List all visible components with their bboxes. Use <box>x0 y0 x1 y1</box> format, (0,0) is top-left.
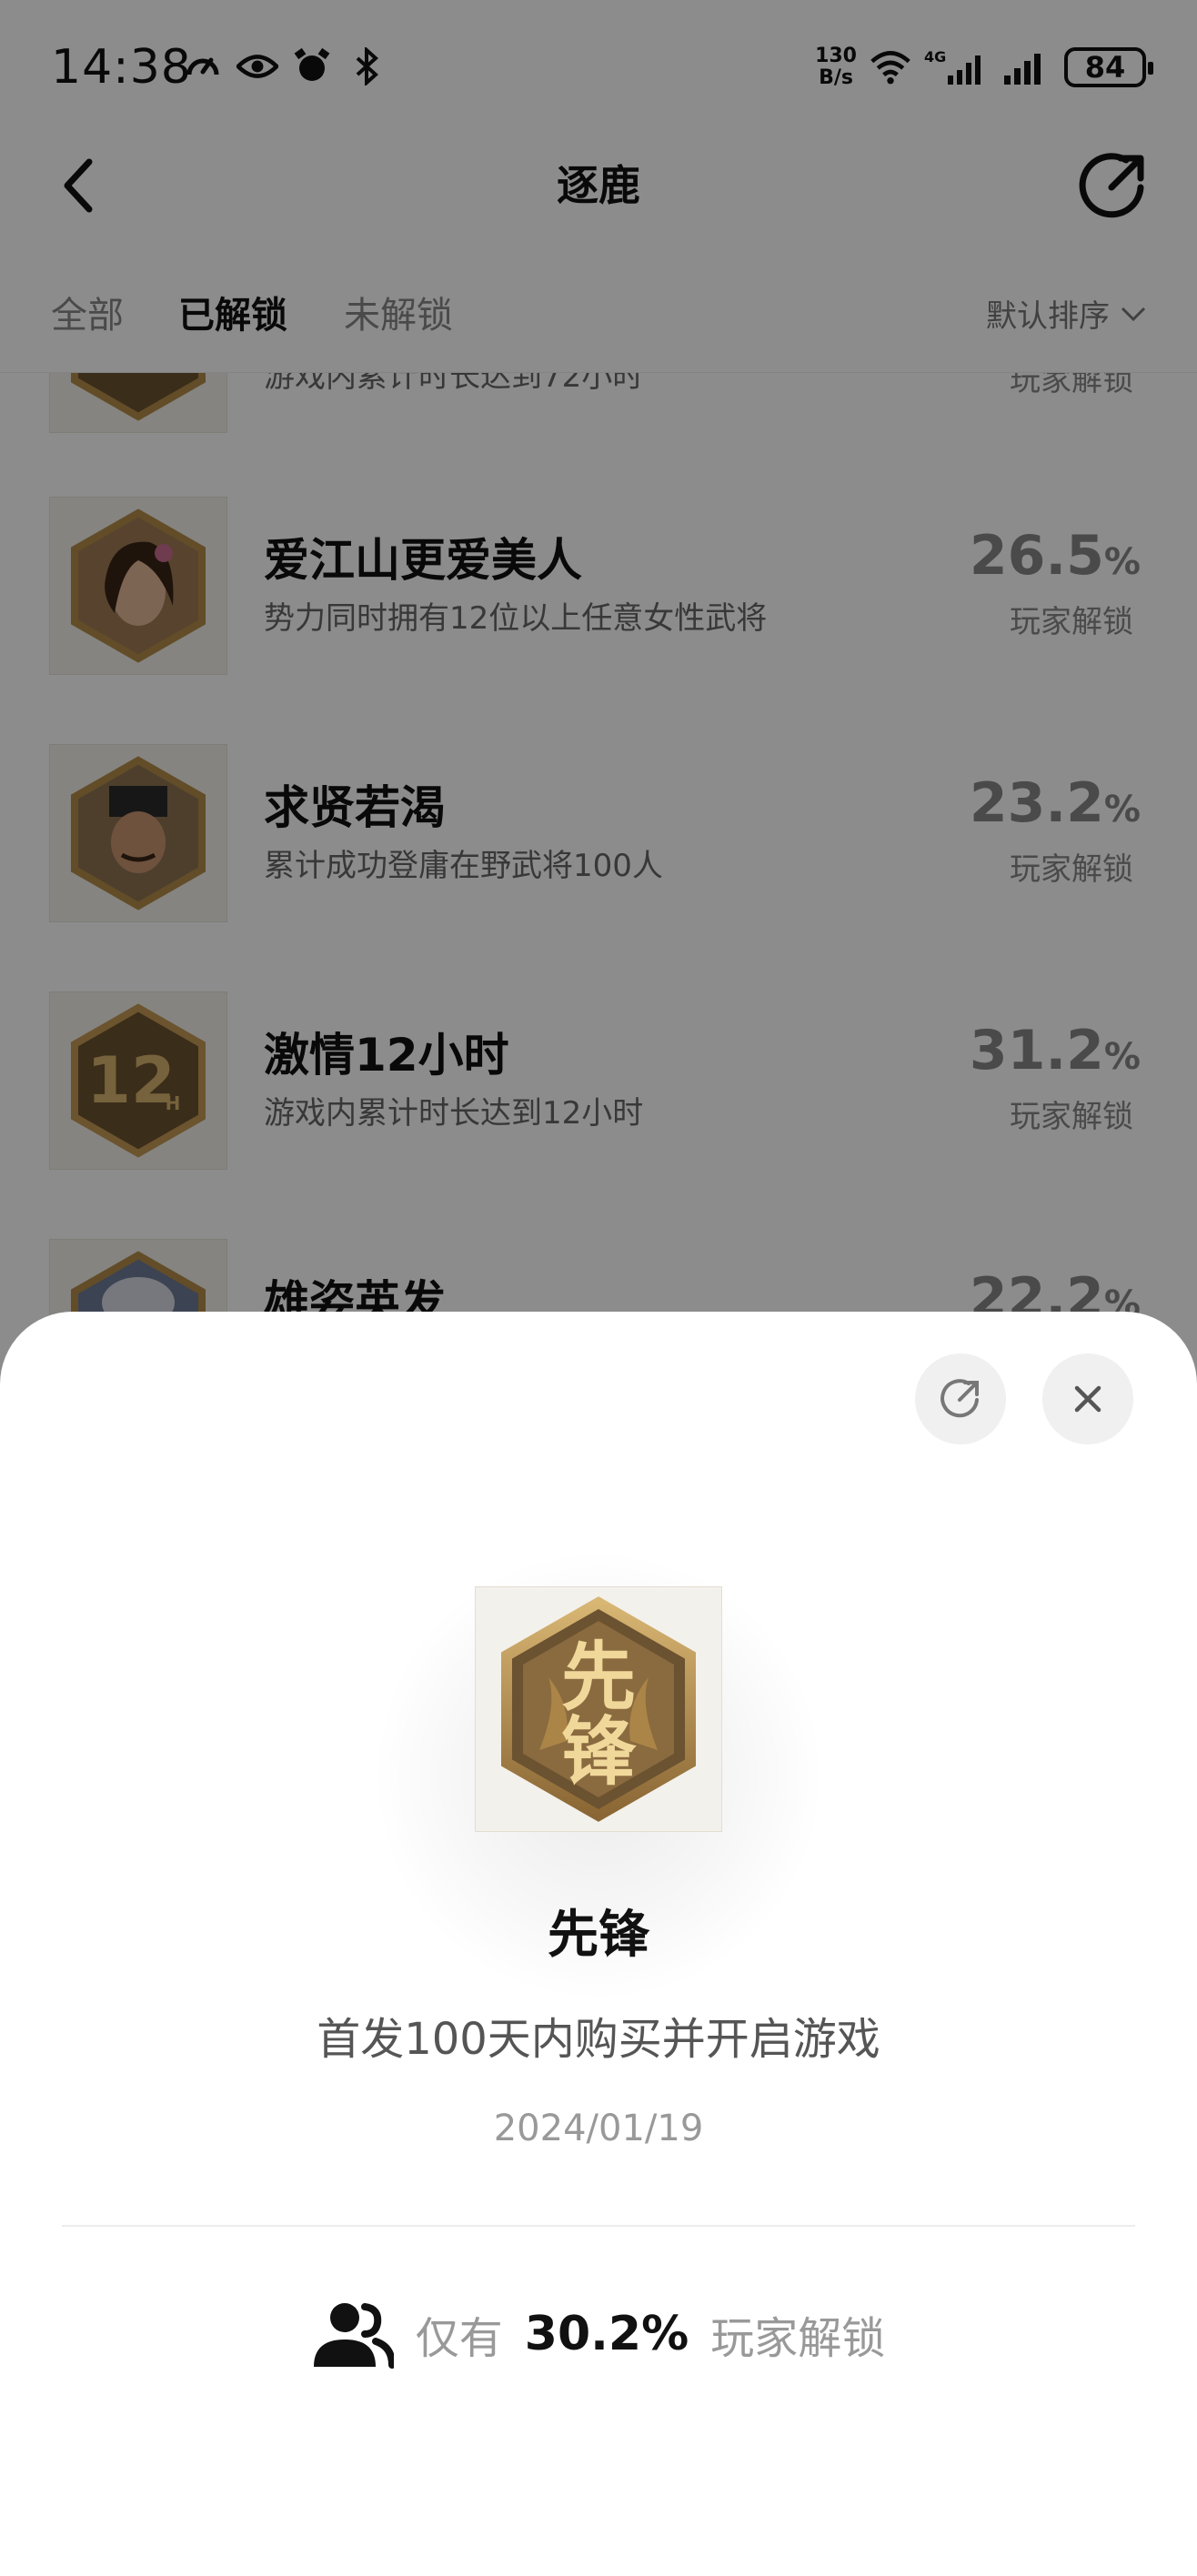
stat-suffix: 玩家解锁 <box>710 2313 886 2364</box>
badge-char-bottom: 锋 <box>561 1708 637 1796</box>
achievement-badge-large: 先 锋 <box>475 1586 722 1832</box>
unlock-stat: 仅有 30.2% 玩家解锁 <box>0 2299 1197 2369</box>
close-icon <box>1074 1385 1101 1413</box>
achievement-title: 先锋 <box>548 1906 649 1965</box>
sheet-share-button[interactable] <box>915 1353 1006 1444</box>
stat-prefix: 仅有 <box>415 2313 503 2364</box>
stat-percent: 30.2% <box>524 2307 689 2361</box>
achievement-desc: 首发100天内购买并开启游戏 <box>317 2014 880 2065</box>
vanguard-badge-icon: 先 锋 <box>501 1596 696 1822</box>
achievement-detail-sheet: 先 锋 先锋 首发100天内购买并开启游戏 2024/01/19 仅有 30.2… <box>0 1312 1197 2576</box>
users-icon <box>313 2303 394 2369</box>
close-button[interactable] <box>1042 1353 1133 1444</box>
share-icon <box>940 1379 979 1418</box>
divider <box>62 2225 1135 2227</box>
unlock-date: 2024/01/19 <box>493 2108 704 2149</box>
